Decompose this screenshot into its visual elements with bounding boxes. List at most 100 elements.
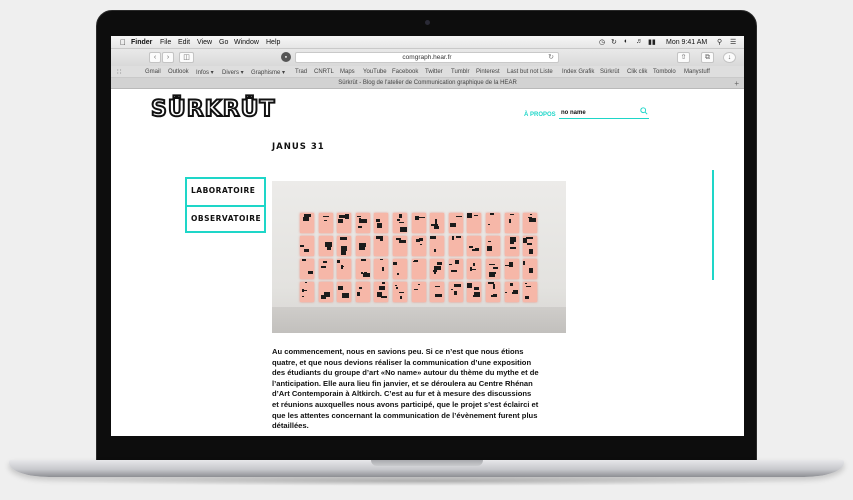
bookmark-index-grafik[interactable]: Index Grafik [562,69,594,75]
post-title[interactable]: JANUS 31 [272,142,325,152]
apple-menu-icon[interactable]:  [120,38,126,47]
bookmark-cnrtl[interactable]: CNRTL [314,69,334,75]
bookmark-infos[interactable]: Infos ▾ [196,69,214,76]
poster [337,282,352,302]
sidebar-toggle-icon[interactable]: ◫ [179,52,194,63]
poster [467,236,482,256]
timemachine-icon[interactable]: ◷ [599,38,605,46]
bookmark-clik-clik[interactable]: Clik clik [627,69,647,75]
poster [467,213,482,233]
safari-toolbar: ‹ › ◫ ● comgraph.hear.fr ↻ ⇧ ⧉ ↓ [111,49,744,66]
poster [411,236,426,256]
volume-icon[interactable]: ♬ [636,38,643,45]
address-bar[interactable]: comgraph.hear.fr ↻ [295,52,559,63]
menu-go[interactable]: Go [219,39,228,46]
poster [448,213,463,233]
poster [430,259,445,279]
post-body-line: quatre, et que nous devions réaliser la … [272,357,532,367]
wifi-icon[interactable]: ◐ [624,38,628,45]
category-nav: LABORATOIRE OBSERVATOIRE [185,177,266,233]
nav-item-laboratoire[interactable]: LABORATOIRE [187,179,264,205]
poster [337,259,352,279]
poster [411,282,426,302]
about-link[interactable]: À PROPOS [524,112,556,118]
menu-clock[interactable]: Mon 9:41 AM [666,39,707,46]
share-icon[interactable]: ⇧ [677,52,690,63]
post-body-line: et réunions auxquelles nous avons partic… [272,399,539,409]
top-sites-icon[interactable]: ∷ [117,68,121,76]
bookmark-divers[interactable]: Divers ▾ [222,69,244,76]
bookmark-manystuff[interactable]: Manystuff [684,69,710,75]
poster [504,259,519,279]
poster [486,236,500,256]
poster [486,282,500,302]
bookmark-outlook[interactable]: Outlook [168,69,189,75]
poster [318,236,333,256]
bookmark-tombolo[interactable]: Tombolo [653,69,676,75]
post-body-line: d’Art Contemporain à Altkirch. C’est au … [272,389,532,399]
site-logo[interactable]: SÜRKRÜT [150,96,276,123]
bookmark-tumblr[interactable]: Tumblr [451,69,469,75]
search-icon[interactable] [640,107,648,115]
post-photo [272,181,566,333]
privacy-icon[interactable]: ● [281,52,291,62]
poster [374,213,389,233]
poster [337,236,352,256]
tab-title[interactable]: Sürkrüt - Blog de l'atelier de Communica… [338,80,517,86]
new-tab-icon[interactable]: + [734,78,739,89]
bookmark-last-but-not-liste[interactable]: Last but not Liste [507,69,553,75]
menu-file[interactable]: File [160,39,171,46]
poster [355,282,370,302]
poster [355,213,370,233]
url-text: comgraph.hear.fr [402,54,452,61]
notification-center-icon[interactable]: ☰ [730,38,736,46]
bookmark-facebook[interactable]: Facebook [392,69,418,75]
bookmark-maps[interactable]: Maps [340,69,355,75]
tabs-overview-icon[interactable]: ⧉ [701,52,714,63]
favorites-bar: ∷ Gmail Outlook Infos ▾ Divers ▾ Graphis… [111,66,744,78]
poster [300,259,314,279]
downloads-icon[interactable]: ↓ [723,52,736,63]
poster [318,259,333,279]
poster [337,213,352,233]
poster [355,236,370,256]
forward-button[interactable]: › [162,52,174,63]
sync-icon[interactable]: ↻ [611,38,617,46]
poster [300,213,314,233]
menu-view[interactable]: View [197,39,212,46]
menu-app-name[interactable]: Finder [131,39,152,46]
menu-help[interactable]: Help [266,39,280,46]
back-button[interactable]: ‹ [149,52,161,63]
spotlight-icon[interactable]: ⚲ [717,38,722,46]
bookmark-youtube[interactable]: YouTube [363,69,387,75]
poster [430,282,445,302]
menu-window[interactable]: Window [234,39,259,46]
bookmark-surkrut[interactable]: Sürkrüt [600,69,619,75]
post-body-line: que les attentes concernant la communica… [272,410,538,420]
reload-icon[interactable]: ↻ [548,53,554,62]
bookmark-twitter[interactable]: Twitter [425,69,443,75]
poster [374,236,389,256]
battery-icon[interactable]: ▮▮ [648,38,656,46]
search-input-value[interactable]: no name [561,110,586,116]
post-body-line: l’anticipation. Elle aura lieu fin janvi… [272,378,533,388]
poster [300,236,314,256]
poster [430,213,445,233]
nav-item-observatoire[interactable]: OBSERVATOIRE [187,205,264,231]
photo-floor [272,307,566,333]
poster [374,259,389,279]
webcam [425,20,430,25]
bookmark-gmail[interactable]: Gmail [145,69,161,75]
poster [486,259,500,279]
bookmark-trad[interactable]: Trad [295,69,307,75]
poster [393,282,407,302]
scroll-indicator[interactable] [712,170,714,280]
poster [411,259,426,279]
bookmark-pinterest[interactable]: Pinterest [476,69,500,75]
menu-edit[interactable]: Edit [178,39,190,46]
bookmark-graphisme[interactable]: Graphisme ▾ [251,69,285,76]
poster [393,236,407,256]
search-field[interactable]: no name [559,107,649,119]
poster [393,259,407,279]
poster [374,282,389,302]
